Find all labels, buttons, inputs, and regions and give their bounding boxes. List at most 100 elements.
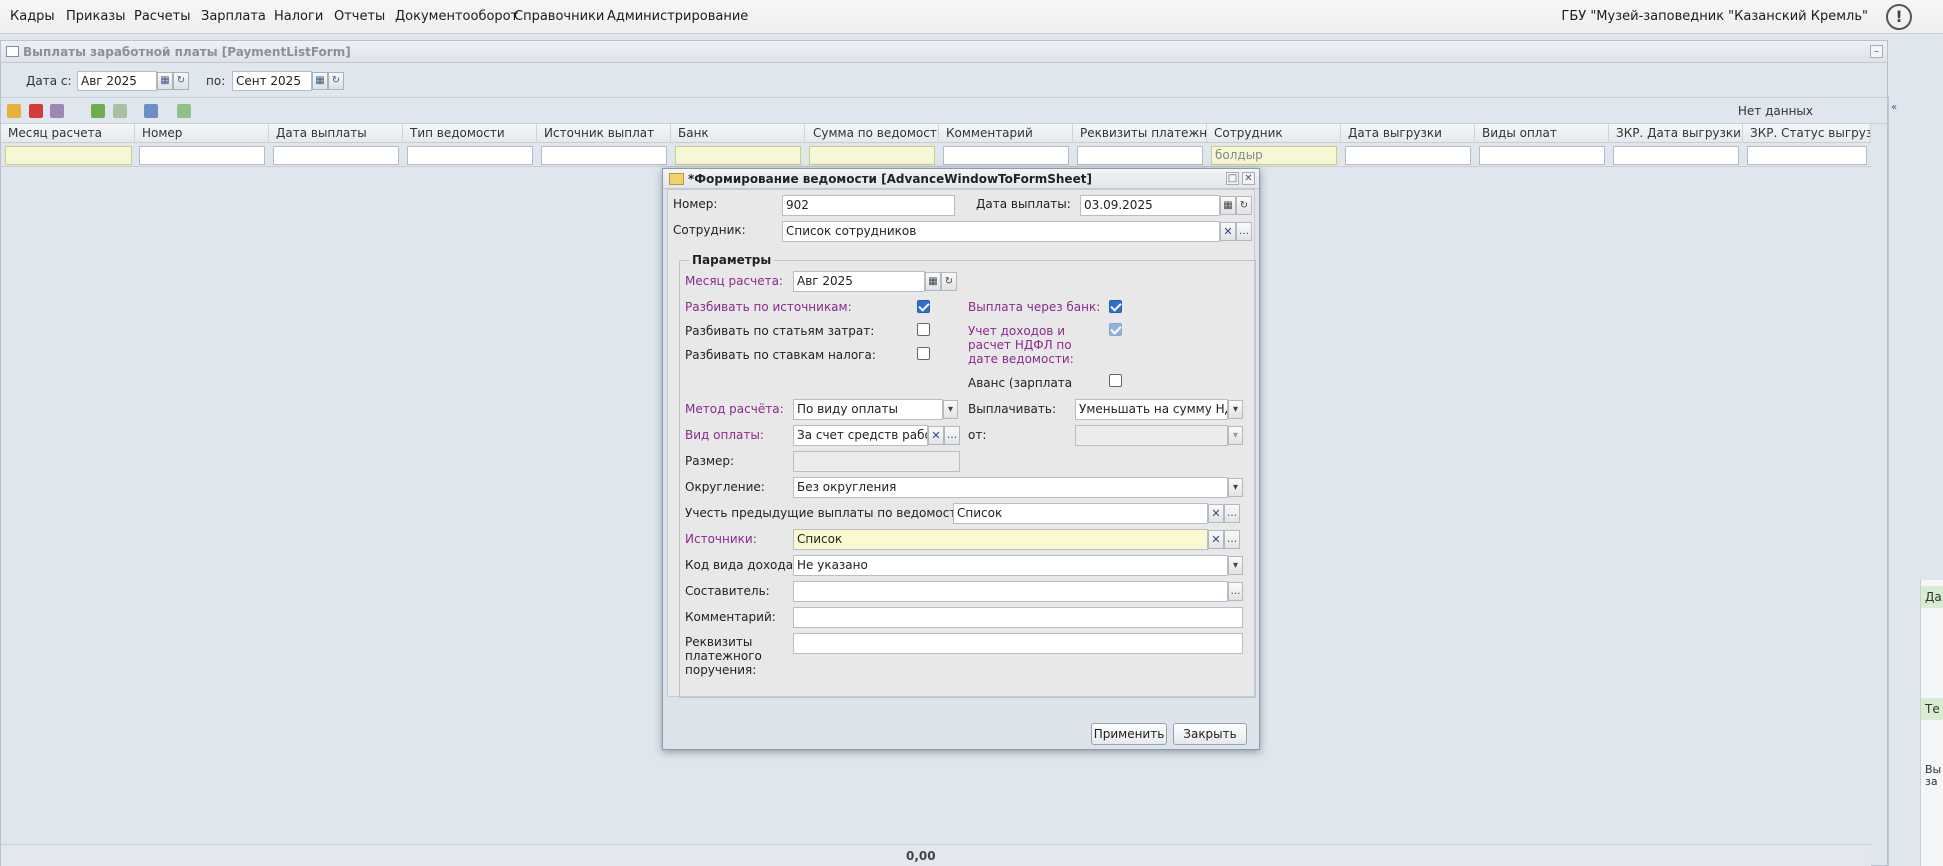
split-sources-checkbox[interactable] bbox=[917, 300, 930, 313]
pay-out-select[interactable]: Уменьшать на сумму НДФЛ bbox=[1075, 399, 1228, 420]
comment-input[interactable] bbox=[793, 607, 1243, 628]
column-header[interactable]: Комментарий bbox=[939, 124, 1073, 143]
split-tax-checkbox[interactable] bbox=[917, 347, 930, 360]
chevron-down-icon[interactable]: ▾ bbox=[1228, 426, 1243, 445]
calc-month-input[interactable]: Авг 2025 bbox=[793, 271, 925, 292]
size-input[interactable] bbox=[793, 451, 960, 472]
column-header[interactable]: Сумма по ведомости bbox=[805, 124, 939, 143]
maximize-icon[interactable]: □ bbox=[1226, 172, 1239, 185]
chevron-down-icon[interactable]: ▾ bbox=[1228, 478, 1243, 497]
unapprove-icon[interactable] bbox=[113, 104, 127, 118]
filter-sheet-type-select[interactable] bbox=[407, 146, 533, 165]
minimize-icon[interactable]: – bbox=[1870, 45, 1883, 58]
menu-item-nalogi[interactable]: Налоги bbox=[274, 9, 323, 24]
menu-item-raschety[interactable]: Расчеты bbox=[134, 9, 190, 24]
column-header[interactable]: Дата выплаты bbox=[269, 124, 403, 143]
calendar-icon[interactable]: ▦ bbox=[312, 72, 328, 90]
menu-item-zarplata[interactable]: Зарплата bbox=[201, 9, 266, 24]
right-panel-tab[interactable]: Да bbox=[1921, 586, 1943, 608]
pay-date-input[interactable]: 03.09.2025 bbox=[1080, 195, 1220, 216]
number-input[interactable]: 902 bbox=[782, 195, 955, 216]
column-header[interactable]: ЗКР. Статус выгрузки bbox=[1743, 124, 1871, 143]
split-costs-checkbox[interactable] bbox=[917, 323, 930, 336]
refresh-date-icon[interactable]: ↻ bbox=[1236, 196, 1252, 215]
calc-method-select[interactable]: По виду оплаты bbox=[793, 399, 943, 420]
filter-zkr-date-input[interactable] bbox=[1613, 146, 1739, 165]
menu-item-kadry[interactable]: Кадры bbox=[10, 9, 55, 24]
refresh-date-icon[interactable]: ↻ bbox=[941, 272, 957, 291]
advance-checkbox[interactable] bbox=[1109, 374, 1122, 387]
from-select[interactable] bbox=[1075, 425, 1228, 446]
filter-number-input[interactable] bbox=[139, 146, 265, 165]
filter-pay-kinds-input[interactable] bbox=[1479, 146, 1605, 165]
menu-item-spravochniki[interactable]: Справочники bbox=[514, 9, 604, 24]
filter-comment-input[interactable] bbox=[943, 146, 1069, 165]
ellipsis-icon[interactable]: … bbox=[1224, 530, 1240, 549]
requisites-input[interactable] bbox=[793, 633, 1243, 654]
date-from-input[interactable]: Авг 2025 bbox=[77, 71, 157, 91]
clear-icon[interactable]: ✕ bbox=[1220, 222, 1236, 241]
calendar-icon[interactable]: ▦ bbox=[157, 72, 173, 90]
rounding-select[interactable]: Без округления bbox=[793, 477, 1228, 498]
date-to-input[interactable]: Сент 2025 bbox=[232, 71, 312, 91]
menu-item-prikazy[interactable]: Приказы bbox=[66, 9, 125, 24]
bank-pay-checkbox[interactable] bbox=[1109, 300, 1122, 313]
column-header[interactable]: Источник выплат bbox=[537, 124, 671, 143]
column-header[interactable]: Месяц расчета bbox=[1, 124, 135, 143]
approve-icon[interactable] bbox=[91, 104, 105, 118]
chevron-down-icon[interactable]: ▾ bbox=[1228, 556, 1243, 575]
chevron-left-icon[interactable]: « bbox=[1891, 102, 1897, 113]
chevron-down-icon[interactable]: ▾ bbox=[1228, 400, 1243, 419]
column-header[interactable]: ЗКР. Дата выгрузки bbox=[1609, 124, 1743, 143]
menu-item-dokumentooborot[interactable]: Документооборот bbox=[395, 9, 518, 24]
filter-requisites-input[interactable] bbox=[1077, 146, 1203, 165]
delete-icon[interactable] bbox=[29, 104, 43, 118]
sources-input[interactable]: Список bbox=[793, 529, 1208, 550]
income-code-select[interactable]: Не указано bbox=[793, 555, 1228, 576]
print-icon[interactable] bbox=[144, 104, 158, 118]
clear-icon[interactable]: ✕ bbox=[1208, 530, 1224, 549]
alert-icon[interactable]: ! bbox=[1886, 4, 1912, 30]
filter-pay-date-input[interactable] bbox=[273, 146, 399, 165]
column-header[interactable]: Сотрудник bbox=[1207, 124, 1341, 143]
ellipsis-icon[interactable]: … bbox=[1236, 222, 1252, 241]
pay-type-input[interactable]: За счет средств работодателя bbox=[793, 425, 928, 446]
filter-bank-input[interactable] bbox=[675, 146, 801, 165]
chevron-down-icon[interactable]: ▾ bbox=[943, 400, 958, 419]
filter-export-date-input[interactable] bbox=[1345, 146, 1471, 165]
filter-month-input[interactable] bbox=[5, 146, 132, 165]
column-header[interactable]: Реквизиты платежног... bbox=[1073, 124, 1207, 143]
column-header[interactable]: Банк bbox=[671, 124, 805, 143]
edit-icon[interactable] bbox=[7, 104, 21, 118]
close-button[interactable]: Закрыть bbox=[1173, 723, 1247, 745]
column-header[interactable]: Номер bbox=[135, 124, 269, 143]
side-panel-collapse[interactable]: « bbox=[1888, 96, 1902, 866]
column-header[interactable]: Виды оплат bbox=[1475, 124, 1609, 143]
calendar-icon[interactable]: ▦ bbox=[1220, 196, 1236, 215]
filter-employee-input[interactable]: болдыр bbox=[1211, 146, 1337, 165]
income-ndfl-checkbox[interactable] bbox=[1109, 323, 1122, 336]
employee-input[interactable]: Список сотрудников bbox=[782, 221, 1220, 242]
actions-dropdown-icon[interactable] bbox=[50, 104, 64, 118]
refresh-date-icon[interactable]: ↻ bbox=[173, 72, 189, 90]
composer-input[interactable] bbox=[793, 581, 1228, 602]
column-header[interactable]: Тип ведомости bbox=[403, 124, 537, 143]
ellipsis-icon[interactable]: … bbox=[1228, 582, 1243, 601]
clear-icon[interactable]: ✕ bbox=[928, 426, 944, 445]
apply-button[interactable]: Применить bbox=[1091, 723, 1167, 745]
menu-item-otchety[interactable]: Отчеты bbox=[334, 9, 385, 24]
calendar-icon[interactable]: ▦ bbox=[925, 272, 941, 291]
right-panel-tab[interactable]: Те bbox=[1921, 698, 1943, 720]
filter-source-input[interactable] bbox=[541, 146, 667, 165]
refresh-date-icon[interactable]: ↻ bbox=[328, 72, 344, 90]
ellipsis-icon[interactable]: … bbox=[944, 426, 960, 445]
close-icon[interactable]: ✕ bbox=[1242, 172, 1255, 185]
filter-sum-input[interactable] bbox=[809, 146, 935, 165]
column-header[interactable]: Дата выгрузки bbox=[1341, 124, 1475, 143]
menu-item-administrirovanie[interactable]: Администрирование bbox=[607, 9, 748, 24]
filter-zkr-status-select[interactable] bbox=[1747, 146, 1867, 165]
ellipsis-icon[interactable]: … bbox=[1224, 504, 1240, 523]
clear-icon[interactable]: ✕ bbox=[1208, 504, 1224, 523]
prev-payments-input[interactable]: Список bbox=[953, 503, 1208, 524]
refresh-icon[interactable] bbox=[177, 104, 191, 118]
